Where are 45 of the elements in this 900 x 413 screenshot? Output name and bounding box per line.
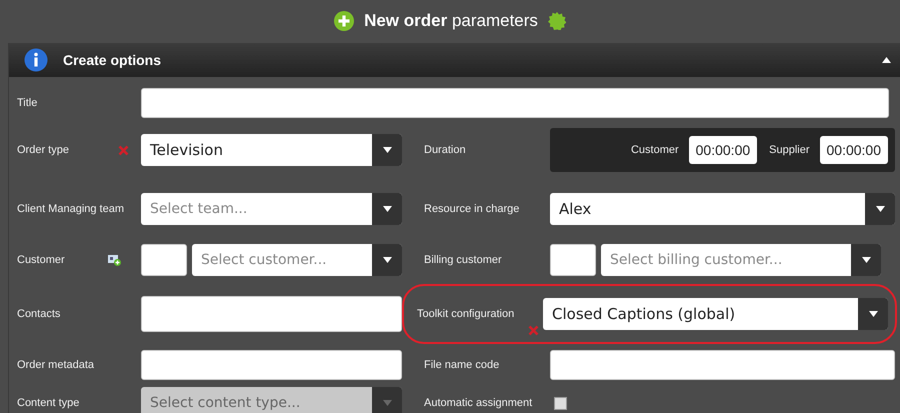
duration-label: Supplier bbox=[769, 144, 810, 156]
page-title: New order parameters bbox=[364, 10, 538, 30]
checkbox[interactable] bbox=[554, 396, 567, 410]
dropdown[interactable]: Television bbox=[141, 134, 402, 166]
field-label: Title bbox=[17, 97, 38, 109]
time-field[interactable]: 00:00:00 bbox=[688, 136, 758, 164]
field-label: Resource in charge bbox=[424, 203, 520, 215]
code-field[interactable] bbox=[141, 244, 187, 276]
time-field[interactable]: 00:00:00 bbox=[820, 136, 888, 164]
field-label: Automatic assignment bbox=[424, 397, 532, 409]
text-field[interactable] bbox=[141, 350, 402, 380]
caret-icon bbox=[382, 147, 392, 153]
text-field[interactable] bbox=[141, 296, 402, 332]
collapse-icon[interactable] bbox=[882, 57, 891, 63]
dropdown[interactable]: Select customer... bbox=[192, 244, 402, 276]
dropdown[interactable]: Closed Captions (global) bbox=[543, 298, 888, 330]
dropdown[interactable]: Alex bbox=[550, 193, 895, 225]
code-field[interactable] bbox=[550, 244, 596, 276]
caret-icon bbox=[876, 206, 884, 212]
field-label: Content type bbox=[17, 397, 80, 409]
caret-icon bbox=[868, 311, 878, 317]
field-label: Customer bbox=[17, 254, 65, 266]
caret-icon bbox=[382, 400, 392, 406]
field-label: Toolkit configuration bbox=[417, 308, 514, 320]
caret-icon bbox=[382, 257, 392, 263]
dropdown[interactable]: Select team... bbox=[141, 193, 402, 225]
text-field[interactable] bbox=[550, 350, 895, 380]
section-header[interactable]: Create options bbox=[9, 43, 900, 77]
field-label: Duration bbox=[424, 144, 466, 156]
plus-icon bbox=[334, 10, 354, 30]
add-contact-icon[interactable] bbox=[108, 254, 121, 266]
new-badge-icon bbox=[548, 12, 566, 30]
section-title: Create options bbox=[63, 52, 162, 68]
field-label: Contacts bbox=[17, 308, 60, 320]
field-label: File name code bbox=[424, 359, 500, 371]
field-label: Order type bbox=[17, 144, 69, 156]
dropdown[interactable]: Select billing customer... bbox=[601, 244, 881, 276]
field-label: Billing customer bbox=[424, 254, 502, 266]
caret-icon bbox=[862, 257, 870, 263]
caret-icon bbox=[382, 206, 392, 212]
field-label: Client Managing team bbox=[17, 203, 124, 215]
field-label: Order metadata bbox=[17, 359, 94, 371]
info-icon bbox=[24, 48, 48, 72]
text-field[interactable] bbox=[141, 88, 889, 118]
duration-label: Customer bbox=[630, 144, 679, 156]
